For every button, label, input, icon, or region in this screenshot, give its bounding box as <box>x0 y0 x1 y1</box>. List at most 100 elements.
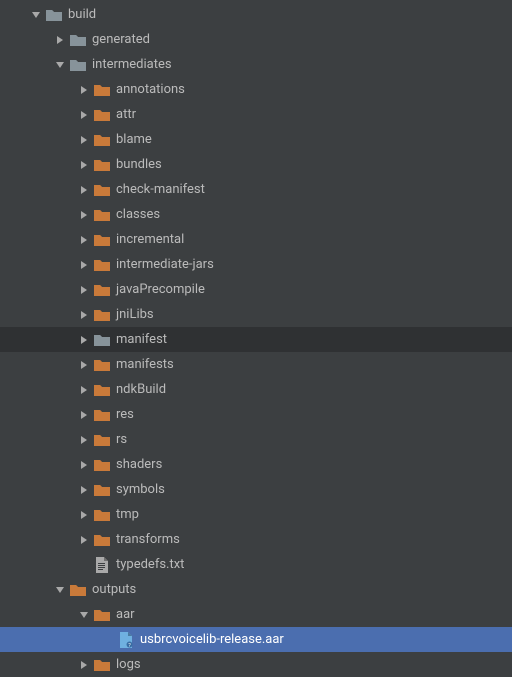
tree-row[interactable]: blame <box>0 127 512 152</box>
tree-row[interactable]: build <box>0 2 512 27</box>
folder-icon <box>94 182 110 198</box>
folder-icon <box>94 457 110 473</box>
tree-item-label: javaPrecompile <box>116 277 205 302</box>
tree-item-label: outputs <box>92 577 136 602</box>
tree-row[interactable]: intermediates <box>0 52 512 77</box>
chevron-right-icon[interactable] <box>54 34 66 46</box>
tree-item-label: generated <box>92 27 150 52</box>
chevron-right-icon[interactable] <box>78 309 90 321</box>
folder-icon <box>94 357 110 373</box>
folder-icon <box>94 432 110 448</box>
tree-item-label: typedefs.txt <box>116 552 184 577</box>
tree-item-label: classes <box>116 202 160 227</box>
tree-row[interactable]: manifest <box>0 327 512 352</box>
folder-icon <box>94 607 110 623</box>
chevron-right-icon[interactable] <box>78 109 90 121</box>
tree-row[interactable]: manifests <box>0 352 512 377</box>
text-file-icon <box>94 557 110 573</box>
tree-item-label: res <box>116 402 134 427</box>
project-tree[interactable]: buildgeneratedintermediatesannotationsat… <box>0 0 512 677</box>
tree-row[interactable]: bundles <box>0 152 512 177</box>
chevron-right-icon[interactable] <box>78 209 90 221</box>
tree-row[interactable]: annotations <box>0 77 512 102</box>
tree-item-label: annotations <box>116 77 185 102</box>
chevron-down-icon[interactable] <box>78 609 90 621</box>
chevron-right-icon[interactable] <box>78 184 90 196</box>
folder-icon <box>94 407 110 423</box>
folder-icon <box>94 107 110 123</box>
chevron-right-icon[interactable] <box>78 359 90 371</box>
tree-item-label: intermediates <box>92 52 172 77</box>
tree-row[interactable]: tmp <box>0 502 512 527</box>
tree-row[interactable]: ndkBuild <box>0 377 512 402</box>
tree-row[interactable]: rs <box>0 427 512 452</box>
tree-row[interactable]: transforms <box>0 527 512 552</box>
chevron-right-icon[interactable] <box>78 434 90 446</box>
chevron-right-icon[interactable] <box>78 284 90 296</box>
tree-item-label: incremental <box>116 227 184 252</box>
tree-row[interactable]: classes <box>0 202 512 227</box>
tree-item-label: symbols <box>116 477 165 502</box>
tree-item-label: tmp <box>116 502 139 527</box>
folder-icon <box>94 507 110 523</box>
folder-icon <box>70 32 86 48</box>
arrow-spacer <box>78 559 90 571</box>
chevron-right-icon[interactable] <box>78 259 90 271</box>
chevron-right-icon[interactable] <box>78 84 90 96</box>
chevron-down-icon[interactable] <box>54 584 66 596</box>
tree-row[interactable]: ? usbrcvoicelib-release.aar <box>0 627 512 652</box>
tree-item-label: manifest <box>116 327 167 352</box>
tree-row[interactable]: typedefs.txt <box>0 552 512 577</box>
folder-icon <box>70 582 86 598</box>
folder-icon <box>46 7 62 23</box>
tree-row[interactable]: outputs <box>0 577 512 602</box>
folder-icon <box>94 132 110 148</box>
tree-row[interactable]: check-manifest <box>0 177 512 202</box>
tree-item-label: check-manifest <box>116 177 205 202</box>
chevron-down-icon[interactable] <box>30 9 42 21</box>
tree-item-label: aar <box>116 602 135 627</box>
chevron-right-icon[interactable] <box>78 484 90 496</box>
tree-row[interactable]: intermediate-jars <box>0 252 512 277</box>
chevron-right-icon[interactable] <box>78 234 90 246</box>
tree-item-label: intermediate-jars <box>116 252 214 277</box>
folder-icon <box>94 82 110 98</box>
archive-file-icon: ? <box>118 632 134 648</box>
tree-item-label: rs <box>116 427 127 452</box>
tree-item-label: usbrcvoicelib-release.aar <box>140 627 284 652</box>
folder-icon <box>94 257 110 273</box>
tree-row[interactable]: shaders <box>0 452 512 477</box>
chevron-right-icon[interactable] <box>78 334 90 346</box>
chevron-down-icon[interactable] <box>54 59 66 71</box>
chevron-right-icon[interactable] <box>78 509 90 521</box>
tree-row[interactable]: generated <box>0 27 512 52</box>
folder-icon <box>94 482 110 498</box>
tree-row[interactable]: aar <box>0 602 512 627</box>
tree-row[interactable]: symbols <box>0 477 512 502</box>
tree-item-label: attr <box>116 102 136 127</box>
chevron-right-icon[interactable] <box>78 384 90 396</box>
tree-item-label: transforms <box>116 527 180 552</box>
chevron-right-icon[interactable] <box>78 409 90 421</box>
folder-icon <box>94 157 110 173</box>
tree-item-label: jniLibs <box>116 302 154 327</box>
tree-row[interactable]: attr <box>0 102 512 127</box>
chevron-right-icon[interactable] <box>78 134 90 146</box>
tree-row[interactable]: jniLibs <box>0 302 512 327</box>
tree-row[interactable]: javaPrecompile <box>0 277 512 302</box>
folder-icon <box>94 532 110 548</box>
tree-item-label: manifests <box>116 352 174 377</box>
tree-item-label: shaders <box>116 452 162 477</box>
folder-icon <box>70 57 86 73</box>
folder-icon <box>94 207 110 223</box>
folder-icon <box>94 307 110 323</box>
tree-item-label: ndkBuild <box>116 377 166 402</box>
folder-icon <box>94 382 110 398</box>
arrow-spacer <box>102 634 114 646</box>
tree-row[interactable]: incremental <box>0 227 512 252</box>
chevron-right-icon[interactable] <box>78 159 90 171</box>
chevron-right-icon[interactable] <box>78 459 90 471</box>
tree-item-label: build <box>68 2 96 27</box>
chevron-right-icon[interactable] <box>78 534 90 546</box>
tree-row[interactable]: res <box>0 402 512 427</box>
